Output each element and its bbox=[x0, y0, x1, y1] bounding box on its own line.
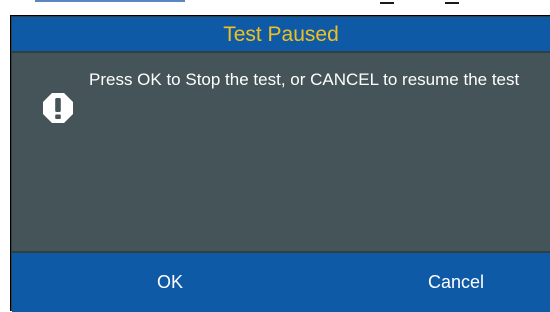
dialog-title-bar: Test Paused bbox=[12, 17, 550, 51]
dialog-title: Test Paused bbox=[223, 22, 339, 46]
cancel-button[interactable]: Cancel bbox=[312, 253, 550, 312]
ok-button[interactable]: OK bbox=[12, 253, 312, 312]
exclamation-octagon-icon bbox=[43, 93, 73, 123]
background-tick bbox=[445, 2, 459, 4]
dialog-message: Press OK to Stop the test, or CANCEL to … bbox=[89, 70, 520, 89]
cancel-button-label: Cancel bbox=[427, 272, 485, 292]
background-tick bbox=[380, 2, 394, 4]
test-paused-dialog: Test Paused Press OK to Stop the test, o… bbox=[10, 15, 550, 312]
background-accent-line bbox=[35, 0, 185, 2]
background-window-edge bbox=[0, 0, 550, 14]
dialog-button-bar: OK Cancel bbox=[12, 253, 550, 312]
ok-button-label: OK bbox=[156, 272, 183, 292]
